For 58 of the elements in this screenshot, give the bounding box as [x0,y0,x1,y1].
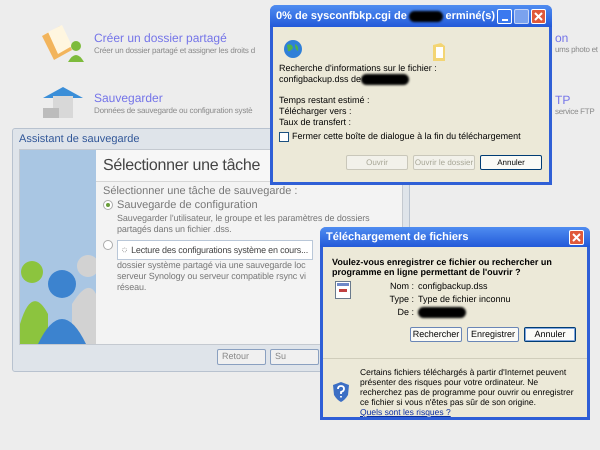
loading-text: Lecture des configurations système en cours... [131,244,308,256]
item-description: ums photo et [555,45,598,55]
window-title: erminé(s) [445,8,495,24]
dialog-button[interactable]: Annuler [524,327,576,342]
redaction-mark [418,307,466,318]
shield-question-icon [332,381,350,403]
item-title[interactable]: Sauvegarder [94,90,163,106]
item-description: service FTP [555,107,594,117]
wizard-heading: Sélectionner une tâche [103,156,260,176]
field-value: Type de fichier inconnu [418,294,511,305]
close-button[interactable] [531,8,546,24]
warning-text: Certains fichiers téléchargés à partir d'Internet peuvent présenter des risques pour votre ordinateur. Ne recherchez pas de programme pour ouvrir ou enregistrer ce fichier si vous n'êtes pas sûr de son origine. [360,367,575,407]
wizard-button[interactable]: Retour [217,349,266,365]
status-text: Recherche d'informations sur le fichier : [279,63,438,74]
close-button[interactable] [569,230,584,244]
redaction-mark [361,74,410,85]
item-description: Données de sauvegarde ou configuration systè [94,106,252,116]
globe-icon [283,39,303,59]
checkbox-label[interactable]: Fermer cette boîte de dialogue à la fin du téléchargement [292,131,521,142]
redaction-mark [408,10,444,22]
item-description: Créer un dossier partagé et assigner les droits d [94,46,255,56]
window-title: Téléchargement de fichiers [326,230,468,245]
option-description: réseau. [117,282,146,293]
task-prompt: Sélectionner une tâche de sauvegarde : [103,186,298,197]
file-name: configbackup.dss de [279,74,362,85]
window-title: Assistant de sauvegarde [19,132,140,147]
field-label: De : [396,307,414,318]
field-label: Télécharger vers : [279,106,353,117]
minimize-button[interactable] [497,8,512,24]
radio-button[interactable] [103,200,113,210]
close-icon [534,12,543,20]
dialog-question: Voulez-vous enregistrer ce fichier ou rechercher un programme en ligne permettant de l'ouvrir ? [331,256,553,277]
folder-icon [432,42,446,62]
field-label: Temps restant estimé : [279,95,371,106]
maximize-button[interactable] [514,8,529,24]
option-description: partagés dans un fichier .dss. [117,224,232,235]
file-icon [335,281,351,299]
option-label[interactable]: Sauvegarde de configuration [117,200,258,210]
risks-link[interactable]: Quels sont les risques ? [360,407,578,417]
field-label: Taux de transfert : [279,117,352,128]
item-title[interactable]: on [555,31,568,45]
field-value: configbackup.dss [418,281,489,292]
spinner-icon [122,245,128,255]
field-label: Type : [388,294,414,305]
dialog-button[interactable]: Annuler [480,155,542,170]
radio-button[interactable] [103,240,113,250]
option-description: dossier système partagé via une sauvegarde loc [117,260,306,271]
checkbox[interactable] [279,132,289,142]
field-label: Nom : [388,281,414,292]
wizard-button[interactable]: Su [270,349,319,365]
dialog-button[interactable]: Rechercher [410,327,462,342]
option-description: Sauvegarder l’utilisateur, le groupe et les paramètres de dossiers [117,213,370,224]
item-title[interactable]: TP [555,93,570,107]
window-title: 0% de sysconfbkp.cgi de [276,8,407,24]
option-description: serveur Synology ou serveur compatible rsync vi [117,271,306,282]
close-icon [572,232,581,242]
dialog-button[interactable]: Enregistrer [467,327,519,342]
item-title[interactable]: Créer un dossier partagé [94,30,227,46]
